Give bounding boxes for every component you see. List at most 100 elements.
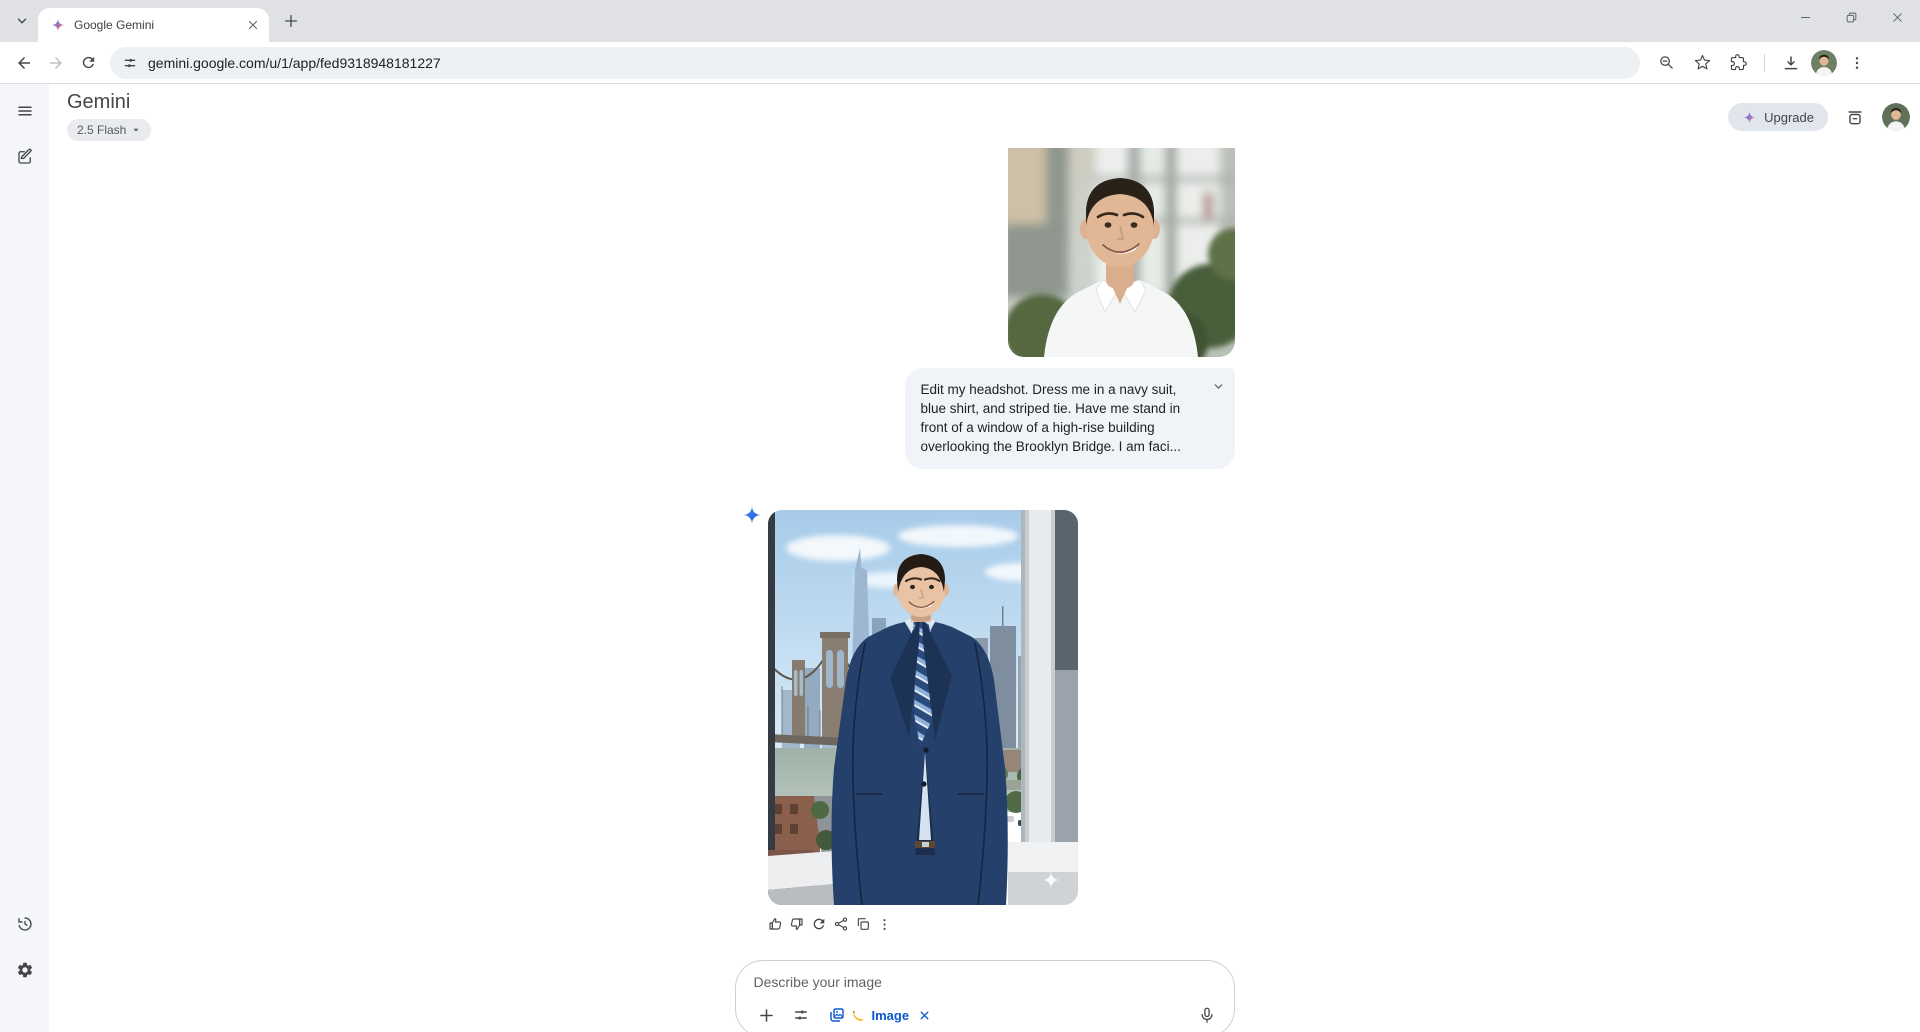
toolbar-divider	[1764, 54, 1765, 72]
sidebar	[0, 84, 49, 1032]
close-window-button[interactable]	[1874, 0, 1920, 34]
regenerate-button[interactable]	[809, 914, 829, 934]
new-chat-icon	[16, 148, 34, 166]
remove-image-tool-button[interactable]	[915, 1006, 933, 1024]
tune-icon	[792, 1006, 810, 1024]
zoom-out-magnifier-icon	[1658, 54, 1675, 71]
share-button[interactable]	[831, 914, 851, 934]
zoom-button[interactable]	[1650, 47, 1682, 79]
thumbs-down-button[interactable]	[787, 914, 807, 934]
site-settings-icon	[122, 55, 138, 71]
headshot-photo	[1008, 134, 1235, 357]
microphone-button[interactable]	[1194, 1002, 1220, 1028]
upgrade-label: Upgrade	[1764, 110, 1814, 125]
reload-button[interactable]	[72, 47, 104, 79]
tab-title: Google Gemini	[74, 18, 237, 32]
mic-icon	[1198, 1006, 1216, 1024]
model-selector[interactable]: 2.5 Flash	[67, 119, 151, 141]
minimize-icon	[1799, 11, 1812, 24]
history-icon	[16, 915, 34, 933]
tab-search-button[interactable]	[8, 7, 36, 35]
image-tool-chip[interactable]: Image	[826, 1006, 936, 1024]
browser-tab[interactable]: Google Gemini	[38, 8, 269, 42]
browser-toolbar	[0, 42, 1920, 84]
expand-message-button[interactable]	[1209, 376, 1229, 396]
header-right: Upgrade	[1728, 102, 1910, 132]
model-turn	[735, 510, 1235, 905]
url-input[interactable]	[148, 55, 1628, 71]
copy-icon	[855, 916, 871, 932]
gemini-app: Gemini 2.5 Flash Upgrade	[0, 84, 1920, 1032]
gear-icon	[16, 961, 34, 979]
back-button[interactable]	[8, 47, 40, 79]
app-header: Gemini 2.5 Flash Upgrade	[49, 84, 1920, 148]
plus-icon	[283, 13, 299, 29]
main-menu-button[interactable]	[9, 95, 41, 127]
user-turn: Edit my headshot. Dress me in a navy sui…	[735, 134, 1235, 469]
restore-icon	[1845, 11, 1858, 24]
upgrade-button[interactable]: Upgrade	[1728, 103, 1828, 131]
tools-button[interactable]	[788, 1002, 814, 1028]
tab-strip: Google Gemini	[0, 0, 1920, 42]
redo-icon	[811, 916, 827, 932]
more-options-button[interactable]	[875, 914, 895, 934]
more-vert-icon	[877, 917, 892, 932]
user-message-text: Edit my headshot. Dress me in a navy sui…	[921, 382, 1181, 454]
sparkle-icon	[1742, 110, 1757, 125]
back-arrow-icon	[15, 54, 33, 72]
image-stack-icon	[828, 1006, 846, 1024]
composer-toolbar: Image	[754, 1002, 1220, 1028]
banana-icon	[852, 1008, 866, 1022]
star-icon	[1694, 54, 1711, 71]
settings-button[interactable]	[9, 954, 41, 986]
close-icon	[1891, 11, 1904, 24]
tab-close-button[interactable]	[245, 17, 261, 33]
generated-photo	[768, 510, 1078, 905]
new-tab-button[interactable]	[277, 7, 305, 35]
archive-box-icon	[1845, 107, 1865, 127]
prompt-composer[interactable]: Image	[735, 960, 1235, 1032]
add-attachment-button[interactable]	[754, 1002, 780, 1028]
chevron-down-icon	[131, 125, 141, 135]
chevron-down-icon	[15, 14, 29, 28]
more-vert-icon	[1849, 55, 1865, 71]
archive-button[interactable]	[1840, 102, 1870, 132]
history-button[interactable]	[9, 908, 41, 940]
window-controls	[1782, 0, 1920, 34]
new-chat-button[interactable]	[9, 141, 41, 173]
close-icon	[247, 19, 259, 31]
response-actions	[765, 914, 1235, 934]
image-chip-label: Image	[872, 1008, 910, 1023]
bookmark-button[interactable]	[1686, 47, 1718, 79]
browser-menu-button[interactable]	[1841, 47, 1873, 79]
account-avatar[interactable]	[1882, 103, 1910, 131]
thumbs-down-icon	[789, 916, 805, 932]
gemini-favicon-icon	[50, 17, 66, 33]
app-title: Gemini	[67, 90, 151, 114]
thumbs-up-button[interactable]	[765, 914, 785, 934]
downloads-button[interactable]	[1775, 47, 1807, 79]
url-bar[interactable]	[110, 47, 1640, 79]
forward-button[interactable]	[40, 47, 72, 79]
toolbar-right	[1650, 47, 1873, 79]
copy-button[interactable]	[853, 914, 873, 934]
prompt-input[interactable]	[754, 974, 1220, 990]
reload-icon	[80, 54, 97, 71]
extensions-puzzle-icon	[1730, 54, 1747, 71]
profile-photo	[1811, 50, 1837, 76]
forward-arrow-icon	[47, 54, 65, 72]
model-label: 2.5 Flash	[77, 123, 126, 137]
account-photo	[1882, 103, 1910, 131]
user-uploaded-headshot-image[interactable]	[1008, 134, 1235, 357]
browser-profile-avatar[interactable]	[1811, 50, 1837, 76]
extensions-button[interactable]	[1722, 47, 1754, 79]
user-message-bubble: Edit my headshot. Dress me in a navy sui…	[905, 368, 1235, 469]
close-icon	[918, 1009, 931, 1022]
hamburger-icon	[16, 102, 34, 120]
minimize-button[interactable]	[1782, 0, 1828, 34]
restore-button[interactable]	[1828, 0, 1874, 34]
download-icon	[1782, 54, 1800, 72]
generated-image[interactable]	[768, 510, 1078, 905]
browser-window: Google Gemini	[0, 0, 1920, 1032]
brand: Gemini 2.5 Flash	[67, 90, 151, 141]
